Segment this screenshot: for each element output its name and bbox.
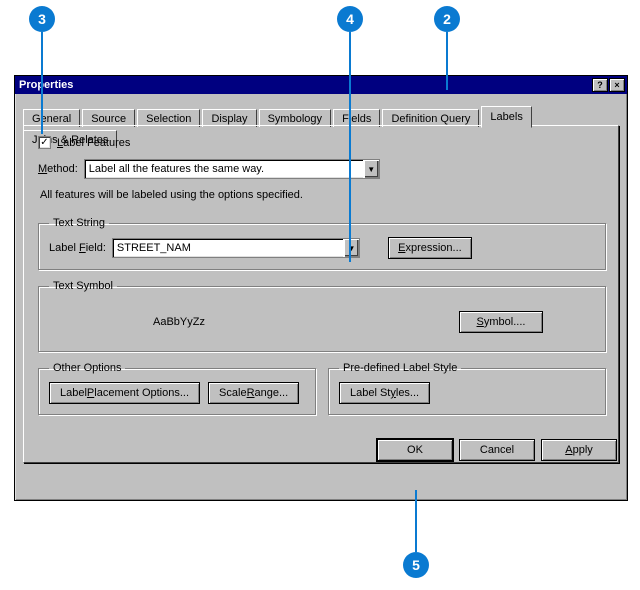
label-placement-options-button[interactable]: Label Placement Options...: [49, 382, 200, 404]
info-text: All features will be labeled using the o…: [40, 189, 606, 201]
dialog-buttons: OK Cancel Apply: [377, 439, 617, 461]
tab-strip: General Source Selection Display Symbolo…: [23, 106, 619, 126]
predefined-legend: Pre-defined Label Style: [339, 362, 461, 374]
method-select[interactable]: Label all the features the same way. ▼: [84, 159, 380, 179]
label-field-select[interactable]: STREET_NAM ▼: [112, 238, 360, 258]
text-string-group: Text String Label Field: STREET_NAM ▼ Ex…: [38, 217, 606, 270]
callout-5: 5: [403, 552, 429, 578]
label-features-label: Label Features: [57, 137, 130, 149]
other-options-group: Other Options Label Placement Options...…: [38, 362, 316, 415]
text-symbol-preview: AaBbYyZz: [49, 316, 309, 328]
scale-range-button[interactable]: Scale Range...: [208, 382, 299, 404]
label-styles-button[interactable]: Label Styles...: [339, 382, 430, 404]
close-button[interactable]: ×: [609, 78, 625, 92]
method-value: Label all the features the same way.: [85, 163, 363, 175]
check-icon: ✓: [40, 138, 48, 148]
help-button[interactable]: ?: [592, 78, 608, 92]
cancel-button[interactable]: Cancel: [459, 439, 535, 461]
text-string-legend: Text String: [49, 217, 109, 229]
tab-labels[interactable]: Labels: [481, 106, 531, 128]
client-area: General Source Selection Display Symbolo…: [15, 94, 627, 471]
expression-button[interactable]: Expression...: [388, 237, 472, 259]
symbol-button[interactable]: Symbol....: [459, 311, 543, 333]
callout-2-leader: [446, 32, 448, 90]
predefined-label-style-group: Pre-defined Label Style Label Styles...: [328, 362, 606, 415]
label-field-label: Label Field:: [49, 242, 106, 254]
callout-4-leader: [349, 32, 351, 262]
apply-button[interactable]: Apply: [541, 439, 617, 461]
text-symbol-group: Text Symbol AaBbYyZz Symbol....: [38, 280, 606, 352]
callout-3: 3: [29, 6, 55, 32]
label-field-value: STREET_NAM: [113, 242, 343, 254]
text-symbol-legend: Text Symbol: [49, 280, 117, 292]
other-options-legend: Other Options: [49, 362, 125, 374]
label-features-checkbox[interactable]: ✓: [38, 136, 51, 149]
properties-dialog: Properties ? × General Source Selection …: [14, 75, 628, 501]
callout-3-leader: [41, 32, 43, 134]
method-label: Method:: [38, 163, 78, 175]
labels-panel: ✓ Label Features Method: Label all the f…: [23, 125, 619, 463]
chevron-down-icon[interactable]: ▼: [363, 160, 379, 178]
callout-2: 2: [434, 6, 460, 32]
title-bar[interactable]: Properties ? ×: [15, 76, 627, 94]
window-title: Properties: [19, 76, 73, 94]
ok-button[interactable]: OK: [377, 439, 453, 461]
callout-5-leader: [415, 490, 417, 552]
callout-4: 4: [337, 6, 363, 32]
